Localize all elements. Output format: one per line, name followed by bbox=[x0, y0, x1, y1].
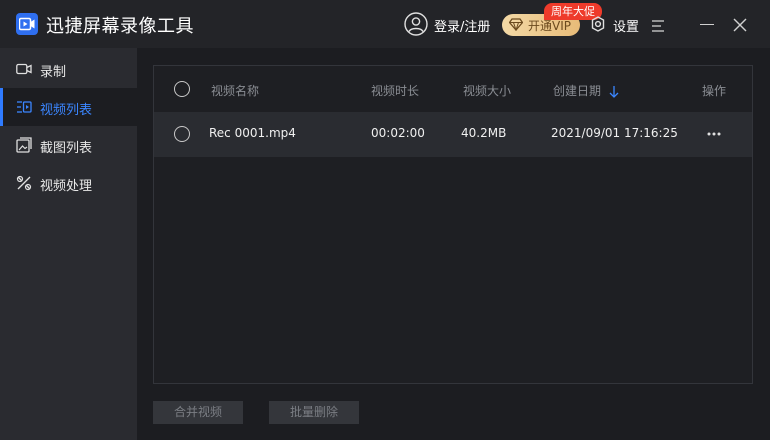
menu-icon[interactable] bbox=[652, 18, 666, 32]
list-icon bbox=[16, 99, 32, 115]
table-header: 视频名称 视频时长 视频大小 创建日期 操作 bbox=[154, 66, 752, 112]
minimize-icon[interactable] bbox=[700, 24, 714, 25]
user-avatar-icon[interactable] bbox=[404, 12, 428, 36]
sidebar: 录制 视频列表 截图列表 视频处理 bbox=[0, 48, 137, 440]
select-all-radio[interactable] bbox=[174, 81, 190, 97]
video-duration: 00:02:00 bbox=[371, 126, 425, 140]
sidebar-item-label: 视频处理 bbox=[40, 179, 93, 194]
sidebar-item-video-list[interactable]: 视频列表 bbox=[0, 88, 137, 126]
table-row[interactable]: Rec 0001.mp4 00:02:00 40.2MB 2021/09/01 … bbox=[154, 112, 752, 157]
video-created-date: 2021/09/01 17:16:25 bbox=[551, 126, 678, 140]
more-options-icon[interactable] bbox=[706, 126, 722, 142]
title-bar: 迅捷屏幕录像工具 登录/注册 开通VIP 周年大促 设置 bbox=[0, 0, 770, 48]
row-select-radio[interactable] bbox=[174, 126, 190, 142]
column-header-actions: 操作 bbox=[702, 84, 727, 98]
video-size: 40.2MB bbox=[461, 126, 507, 140]
video-list-panel: 视频名称 视频时长 视频大小 创建日期 操作 Rec 0001.mp4 00:0… bbox=[153, 65, 753, 384]
app-title: 迅捷屏幕录像工具 bbox=[46, 16, 194, 37]
sidebar-item-label: 截图列表 bbox=[40, 141, 93, 156]
column-header-size: 视频大小 bbox=[463, 84, 512, 98]
sidebar-item-screenshot-list[interactable]: 截图列表 bbox=[0, 126, 137, 164]
tools-icon bbox=[16, 175, 32, 191]
gear-icon[interactable] bbox=[590, 16, 606, 32]
batch-delete-button[interactable]: 批量删除 bbox=[269, 401, 359, 424]
sidebar-item-record[interactable]: 录制 bbox=[0, 50, 137, 88]
login-register-link[interactable]: 登录/注册 bbox=[434, 16, 490, 35]
column-header-duration: 视频时长 bbox=[371, 84, 420, 98]
sidebar-item-video-processing[interactable]: 视频处理 bbox=[0, 164, 137, 202]
camera-icon bbox=[16, 61, 32, 77]
image-icon bbox=[16, 137, 32, 153]
settings-link[interactable]: 设置 bbox=[613, 16, 639, 35]
column-header-date[interactable]: 创建日期 bbox=[553, 82, 601, 99]
app-logo-icon bbox=[16, 13, 38, 35]
sidebar-item-label: 视频列表 bbox=[40, 103, 93, 118]
sidebar-item-label: 录制 bbox=[40, 65, 67, 80]
close-icon[interactable] bbox=[733, 17, 747, 32]
column-header-name: 视频名称 bbox=[211, 84, 260, 98]
active-indicator bbox=[0, 88, 3, 126]
merge-videos-button[interactable]: 合并视频 bbox=[153, 401, 243, 424]
sort-down-arrow-icon[interactable] bbox=[609, 83, 619, 102]
video-name: Rec 0001.mp4 bbox=[209, 126, 296, 140]
diamond-icon bbox=[509, 18, 523, 31]
